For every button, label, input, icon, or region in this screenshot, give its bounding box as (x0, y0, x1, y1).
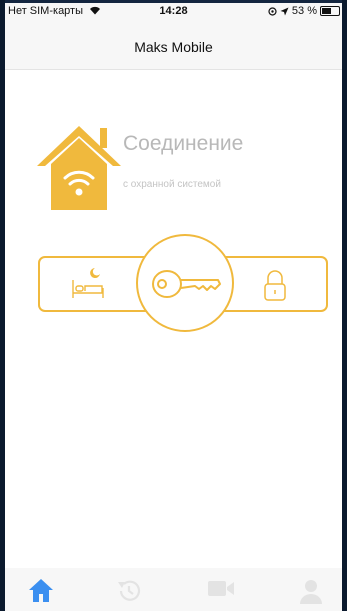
disarm-key-button[interactable] (136, 234, 234, 332)
connection-title: Соединение (123, 132, 244, 155)
tab-home[interactable] (21, 578, 61, 608)
user-icon (300, 580, 322, 604)
home-connection-icon (37, 126, 121, 210)
video-icon (208, 581, 234, 596)
orientation-lock-icon (268, 6, 277, 16)
key-icon (152, 270, 221, 298)
night-mode-button[interactable] (65, 264, 109, 304)
tab-profile[interactable] (291, 578, 331, 608)
tab-history[interactable] (109, 578, 149, 608)
status-right-group: 53 % (268, 5, 340, 17)
night-mode-icon (72, 268, 104, 298)
location-icon (280, 7, 289, 15)
tab-video[interactable] (201, 578, 241, 608)
app-title: Maks Mobile (134, 39, 213, 55)
home-icon (29, 579, 53, 602)
history-icon (118, 580, 141, 601)
navigation-bar: Maks Mobile (5, 19, 342, 70)
battery-icon (320, 6, 340, 16)
app-screen: Нет SIM-карты 14:28 53 % Maks Mobile Сое… (5, 0, 342, 611)
lock-icon (264, 270, 286, 301)
tab-bar (5, 568, 342, 611)
battery-percent: 53 % (291, 5, 317, 17)
arm-lock-button[interactable] (255, 266, 295, 306)
connection-subtitle: с охранной системой (123, 179, 221, 190)
status-bar: Нет SIM-карты 14:28 53 % (5, 3, 342, 19)
